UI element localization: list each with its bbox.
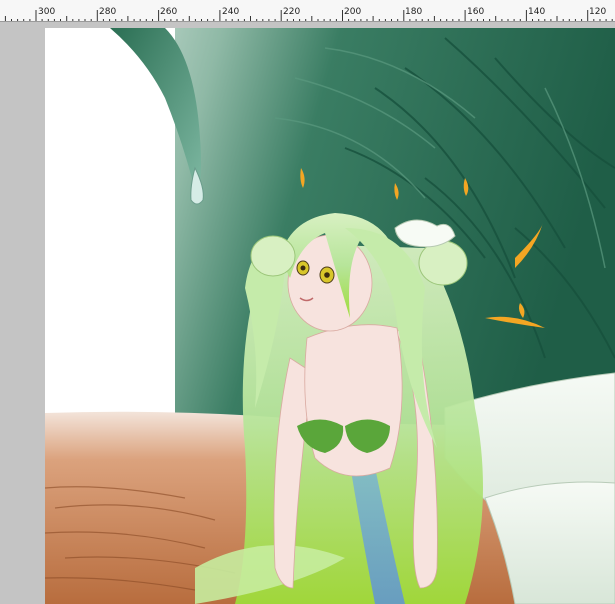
canvas-workspace[interactable] bbox=[0, 22, 615, 604]
ruler-ticks bbox=[4, 10, 613, 21]
ruler-label-280: 280 bbox=[99, 7, 117, 17]
horizontal-ruler[interactable]: 300 280 260 240 220 200 180 160 140 120 bbox=[0, 0, 615, 22]
ruler-label-120: 120 bbox=[589, 7, 607, 17]
illustration-artwork bbox=[45, 28, 615, 604]
drawing-canvas[interactable] bbox=[45, 28, 615, 604]
ruler-label-200: 200 bbox=[344, 7, 362, 17]
ruler-label-180: 180 bbox=[405, 7, 423, 17]
ruler-label-260: 260 bbox=[160, 7, 178, 17]
ruler-label-240: 240 bbox=[222, 7, 240, 17]
ruler-label-300: 300 bbox=[38, 7, 56, 17]
ruler-label-140: 140 bbox=[528, 7, 546, 17]
paint-app-window: 300 280 260 240 220 200 180 160 140 120 bbox=[0, 0, 615, 604]
ruler-label-220: 220 bbox=[283, 7, 301, 17]
ruler-label-160: 160 bbox=[467, 7, 485, 17]
